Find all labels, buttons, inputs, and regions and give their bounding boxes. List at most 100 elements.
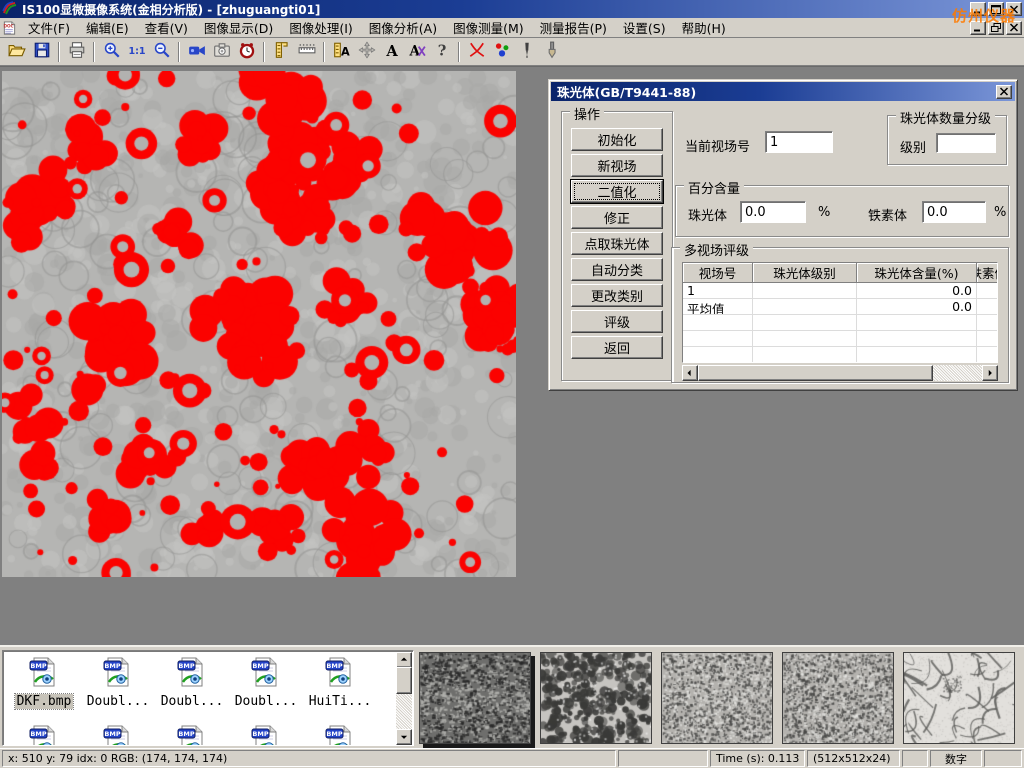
menu-item-8[interactable]: 测量报告(P) [532,16,615,39]
file-item[interactable]: BMP [155,724,229,746]
bmp-file-icon: BMP [102,656,134,692]
menu-item-9[interactable]: 设置(S) [615,16,674,39]
vscroll-thumb[interactable] [396,667,412,694]
svg-text:BMP: BMP [252,730,268,738]
table-row[interactable]: 10.0 [683,283,998,299]
toolbar-text-style-button[interactable]: A [404,40,429,64]
scroll-down-button[interactable] [396,729,412,745]
table-column-header[interactable]: 珠光体含量(%) [857,263,977,283]
toolbar-measure-text-button[interactable]: A [329,40,354,64]
svg-text:A: A [341,46,350,59]
svg-text:BMP: BMP [104,730,120,738]
toolbar-help-button[interactable]: ? [429,40,454,64]
menu-item-2[interactable]: 编辑(E) [78,16,137,39]
minimize-button[interactable] [970,2,986,16]
status-blank-3 [984,750,1022,767]
operation-button-2[interactable]: 新视场 [571,154,663,177]
thumbnail-5[interactable] [903,652,1015,744]
toolbar-text-button[interactable]: A [379,40,404,64]
toolbar-open-folder-button[interactable] [4,40,29,64]
file-item[interactable]: BMP [7,724,81,746]
pen-icon [518,41,536,62]
table-row[interactable] [683,331,998,347]
toolbar-pen-button[interactable] [514,40,539,64]
toolbar-zoom-in-button[interactable] [99,40,124,64]
bmp-file-icon: BMP [250,724,282,746]
toolbar-print-button[interactable] [64,40,89,64]
menu-item-3[interactable]: 查看(V) [137,16,196,39]
toolbar-camera-button[interactable] [209,40,234,64]
operation-button-7[interactable]: 更改类别 [571,284,663,307]
dialog-title: 珠光体(GB/T9441-88) [557,82,696,101]
thumbnail-4[interactable] [782,652,894,744]
hscroll-track[interactable] [933,365,982,381]
child-restore-button[interactable] [988,21,1004,35]
ferrite-percent-input[interactable] [922,201,986,223]
document-icon[interactable]: DOC [2,20,20,36]
toolbar-particles-button[interactable] [489,40,514,64]
file-item[interactable]: BMPDoubl... [155,656,229,709]
menu-item-4[interactable]: 图像显示(D) [196,16,281,39]
operation-button-1[interactable]: 初始化 [571,128,663,151]
table-row[interactable] [683,315,998,331]
toolbar-actual-size-button[interactable]: 1:1 [124,40,149,64]
operation-button-9[interactable]: 返回 [571,336,663,359]
scroll-right-button[interactable] [982,365,998,381]
table-column-header[interactable]: 铁素体含量(%) [977,263,998,283]
menu-item-7[interactable]: 图像测量(M) [445,16,532,39]
file-item[interactable]: BMP [229,724,303,746]
operation-button-4[interactable]: 修正 [571,206,663,229]
particles-icon [493,41,511,62]
scroll-up-button[interactable] [396,652,412,668]
menu-item-5[interactable]: 图像处理(I) [281,16,360,39]
metallograph-image[interactable] [2,71,516,577]
operation-button-8[interactable]: 评级 [571,310,663,333]
table-column-header[interactable]: 视场号 [683,263,753,283]
toolbar-zoom-out-button[interactable] [149,40,174,64]
toolbar-video-camera-button[interactable] [184,40,209,64]
toolbar-move-tool-button[interactable] [354,40,379,64]
grade-input[interactable] [936,133,996,153]
file-item[interactable]: BMPDoubl... [229,656,303,709]
maximize-button[interactable] [988,2,1004,16]
pearlite-percent-input[interactable] [740,201,806,223]
table-column-header[interactable]: 珠光体级别 [753,263,857,283]
file-item[interactable]: BMP [81,724,155,746]
toolbar-save-button[interactable] [29,40,54,64]
table-row[interactable]: 平均值0.0 [683,299,998,315]
toolbar-brush-button[interactable] [539,40,564,64]
table-row[interactable] [683,347,998,363]
dialog-close-button[interactable] [996,85,1012,99]
close-button[interactable] [1006,2,1022,16]
thumbnail-1[interactable] [419,652,531,744]
toolbar-clock-button[interactable] [234,40,259,64]
hscroll-thumb[interactable] [698,365,933,381]
operation-button-3[interactable]: 二值化 [571,180,663,203]
table-cell [753,331,857,347]
child-close-button[interactable] [1006,21,1022,35]
toolbar-curve-tool-button[interactable] [464,40,489,64]
ferrite-label: 铁素体 [868,205,907,224]
current-field-input[interactable] [765,131,833,153]
file-item[interactable]: BMPHuiTi... [303,656,377,709]
table-cell [857,331,977,347]
menu-item-1[interactable]: 文件(F) [20,16,78,39]
camera-icon [213,41,231,62]
scroll-left-button[interactable] [682,365,698,381]
dialog-title-bar[interactable]: 珠光体(GB/T9441-88) [551,82,1015,101]
file-item[interactable]: BMPDKF.bmp [7,656,81,709]
child-minimize-button[interactable] [970,21,986,35]
operation-button-6[interactable]: 自动分类 [571,258,663,281]
toolbar-caliper-button[interactable] [269,40,294,64]
file-item[interactable]: BMP [303,724,377,746]
toolbar-ruler-button[interactable] [294,40,319,64]
thumbnail-2[interactable] [540,652,652,744]
thumbnail-strip [419,652,1015,744]
title-bar: IS100显微摄像系统(金相分析版) - [zhuguangti01] 仿州仪器 [0,0,1024,18]
thumbnail-3[interactable] [661,652,773,744]
table-cell [977,347,998,363]
operation-button-5[interactable]: 点取珠光体 [571,232,663,255]
menu-item-10[interactable]: 帮助(H) [674,16,734,39]
menu-item-6[interactable]: 图像分析(A) [361,16,445,39]
file-item[interactable]: BMPDoubl... [81,656,155,709]
